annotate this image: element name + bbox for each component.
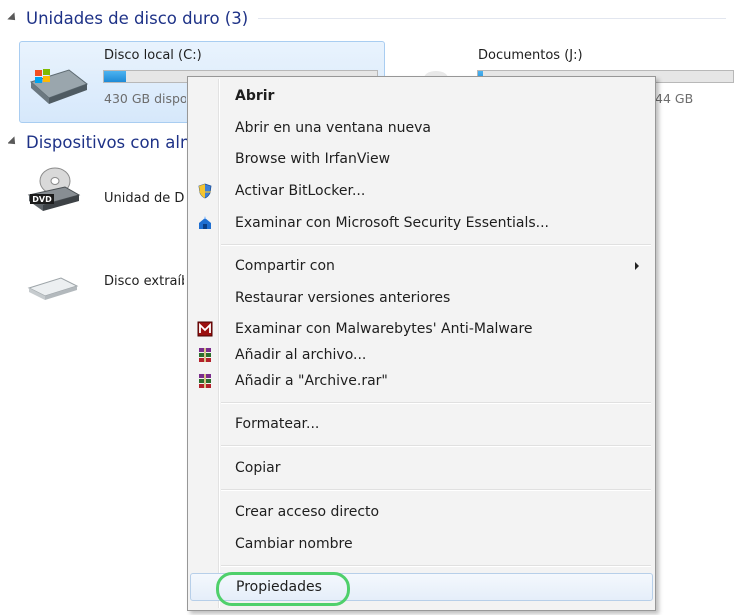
menu-item-label: Abrir en una ventana nueva bbox=[235, 120, 431, 136]
menu-item-label: Abrir bbox=[235, 88, 275, 104]
dvd-badge: DVD bbox=[32, 195, 52, 204]
menu-item-label: Compartir con bbox=[235, 258, 335, 274]
winrar-icon bbox=[199, 374, 211, 388]
menu-item-compartir-con[interactable]: Compartir con bbox=[190, 252, 653, 280]
shield-icon bbox=[198, 183, 212, 199]
menu-item-label: Browse with IrfanView bbox=[235, 151, 391, 167]
winrar-icon bbox=[199, 348, 211, 362]
menu-item-crear-acceso-directo[interactable]: Crear acceso directo bbox=[190, 498, 653, 526]
menu-item-label: Activar BitLocker... bbox=[235, 183, 366, 199]
malwarebytes-icon bbox=[197, 321, 213, 337]
menu-item-label: Copiar bbox=[235, 460, 281, 476]
menu-item-restaurar-versiones[interactable]: Restaurar versiones anteriores bbox=[190, 284, 653, 312]
security-essentials-icon bbox=[199, 216, 211, 229]
menu-item-label: Añadir al archivo... bbox=[235, 347, 367, 363]
menu-item-label: Examinar con Malwarebytes' Anti-Malware bbox=[235, 321, 533, 337]
menu-item-activar-bitlocker[interactable]: Activar BitLocker... bbox=[190, 177, 653, 205]
removable-disk-icon[interactable] bbox=[25, 272, 81, 302]
menu-item-security-essentials[interactable]: Examinar con Microsoft Security Essentia… bbox=[190, 209, 653, 237]
menu-item-label: Restaurar versiones anteriores bbox=[235, 290, 451, 306]
menu-separator bbox=[221, 565, 651, 567]
menu-item-formatear[interactable]: Formatear... bbox=[190, 410, 653, 438]
hard-drive-windows-icon bbox=[30, 69, 89, 104]
group-header-hard-drives[interactable]: Unidades de disco duro (3) bbox=[7, 6, 726, 30]
dvd-drive-icon[interactable]: DVD bbox=[25, 165, 81, 213]
menu-item-malwarebytes[interactable]: Examinar con Malwarebytes' Anti-Malware bbox=[190, 315, 653, 343]
drive-name-local-c: Disco local (C:) bbox=[104, 48, 202, 63]
group-header-devices[interactable]: Dispositivos con almacenamiento extraíbl… bbox=[8, 130, 208, 154]
collapse-triangle-icon[interactable] bbox=[8, 136, 19, 148]
menu-item-copiar[interactable]: Copiar bbox=[190, 454, 653, 482]
menu-separator bbox=[221, 402, 651, 404]
highlight-ring-propiedades bbox=[216, 572, 350, 606]
group-header-label: Dispositivos con almacenamiento extraíbl… bbox=[26, 132, 208, 152]
menu-item-cambiar-nombre[interactable]: Cambiar nombre bbox=[190, 530, 653, 558]
menu-item-anadir-archivo[interactable]: Añadir al archivo... bbox=[190, 341, 653, 369]
group-divider bbox=[258, 17, 726, 19]
menu-separator bbox=[221, 489, 651, 491]
drive-free-text-j: 44 GB bbox=[655, 91, 694, 106]
drive-name-docs-j[interactable]: Documentos (J:) bbox=[478, 48, 583, 63]
menu-item-label: Crear acceso directo bbox=[235, 504, 380, 520]
device-name-removable[interactable]: Disco extraíble (F:) bbox=[104, 274, 184, 289]
menu-item-abrir[interactable]: Abrir bbox=[190, 82, 653, 110]
menu-item-anadir-archive-rar[interactable]: Añadir a "Archive.rar" bbox=[190, 367, 653, 395]
menu-item-label: Formatear... bbox=[235, 416, 320, 432]
menu-item-abrir-ventana-nueva[interactable]: Abrir en una ventana nueva bbox=[190, 114, 653, 142]
menu-item-label: Añadir a "Archive.rar" bbox=[235, 373, 388, 389]
drive-usage-fill-c bbox=[104, 71, 126, 82]
submenu-arrow-icon bbox=[635, 262, 639, 270]
context-menu: Abrir Abrir en una ventana nueva Browse … bbox=[187, 76, 656, 611]
menu-item-label: Examinar con Microsoft Security Essentia… bbox=[235, 215, 549, 231]
menu-item-label: Cambiar nombre bbox=[235, 536, 353, 552]
group-header-label: Unidades de disco duro (3) bbox=[26, 8, 249, 28]
menu-separator bbox=[221, 244, 651, 246]
drive-free-text-c: 430 GB disponibles de 465 GB bbox=[104, 91, 186, 106]
menu-separator bbox=[221, 445, 651, 447]
device-name-dvd[interactable]: Unidad de DVD RW (D:) bbox=[104, 191, 184, 206]
menu-item-browse-irfanview[interactable]: Browse with IrfanView bbox=[190, 145, 653, 173]
collapse-triangle-icon[interactable] bbox=[7, 12, 19, 24]
